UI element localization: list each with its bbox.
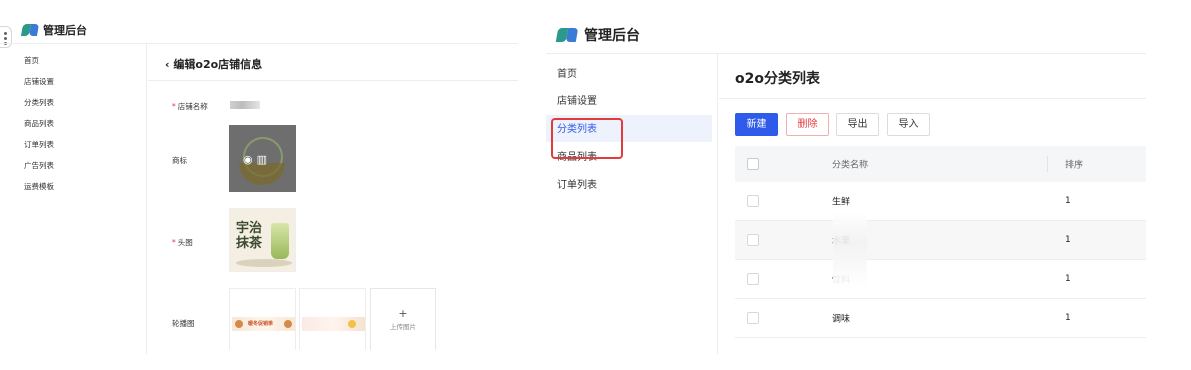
preview-eye-icon[interactable]: ◉ — [243, 153, 257, 166]
sidebar-item-store-settings[interactable]: 店铺设置 — [24, 76, 54, 87]
left-app-title: 管理后台 — [20, 22, 87, 38]
sidebar-item-products[interactable]: 商品列表 — [24, 118, 54, 129]
right-app-title: 管理后台 — [555, 25, 640, 45]
column-header-name[interactable]: 分类名称 — [832, 158, 868, 171]
sidebar-item-ads[interactable]: 广告列表 — [24, 160, 54, 171]
table-row[interactable]: 饮料 1 — [735, 260, 1146, 299]
privacy-blur — [833, 212, 867, 288]
logo-label: 商标 — [172, 156, 187, 165]
category-sort: 1 — [1065, 196, 1071, 206]
row-checkbox[interactable] — [747, 234, 759, 246]
table-row[interactable]: 调味 1 — [735, 299, 1146, 338]
row-checkbox[interactable] — [747, 273, 759, 285]
category-name: 调味 — [832, 314, 851, 325]
back-chevron-icon[interactable]: ‹ — [165, 58, 170, 71]
category-sort: 1 — [1065, 274, 1071, 284]
logo-image[interactable]: ◉▥ — [229, 125, 296, 192]
sidebar-item-categories[interactable]: 分类列表 — [24, 97, 54, 108]
head-image[interactable]: 宇治 抹茶 — [229, 208, 296, 272]
sidebar-item-home[interactable]: 首页 — [557, 65, 577, 80]
sidebar-item-store-settings[interactable]: 店铺设置 — [557, 92, 597, 107]
table-row[interactable]: 水果 1 — [735, 221, 1146, 260]
store-name-label: * 店铺名称 — [172, 102, 208, 111]
import-button[interactable]: 导入 — [887, 113, 930, 136]
carousel-image-1[interactable]: 暖冬促销季 — [229, 288, 296, 350]
carousel-image-2[interactable] — [299, 288, 366, 350]
delete-trash-icon[interactable]: ▥ — [257, 153, 271, 166]
sidebar-item-orders[interactable]: 订单列表 — [557, 176, 597, 191]
sidebar-item-home[interactable]: 首页 — [24, 55, 39, 66]
delete-button[interactable]: 删除 — [786, 113, 829, 136]
category-name: 生鲜 — [832, 197, 851, 208]
head-image-label: * 头图 — [172, 238, 193, 247]
page-title: o2o分类列表 — [735, 71, 820, 87]
row-checkbox[interactable] — [747, 195, 759, 207]
carousel-label: 轮播图 — [172, 319, 195, 328]
export-button[interactable]: 导出 — [836, 113, 879, 136]
table-row[interactable]: 生鲜 1 — [735, 182, 1146, 221]
select-all-checkbox[interactable] — [747, 158, 759, 170]
highlight-box — [551, 118, 623, 159]
left-sidebar: 首页 店铺设置 分类列表 商品列表 订单列表 广告列表 运费模板 — [0, 44, 147, 354]
row-checkbox[interactable] — [747, 312, 759, 324]
store-name-value[interactable] — [230, 101, 260, 109]
sidebar-item-shipping[interactable]: 运费模板 — [24, 181, 54, 192]
brand-logo-icon — [20, 24, 40, 36]
sidebar-item-orders[interactable]: 订单列表 — [24, 139, 54, 150]
category-table: 分类名称 排序 生鲜 1 水果 1 饮料 1 调味 1 — [735, 146, 1146, 338]
column-header-sort[interactable]: 排序 — [1065, 158, 1083, 171]
upload-image-button[interactable]: + 上传图片 — [370, 288, 436, 350]
page-title: ‹ 编辑o2o店铺信息 — [165, 58, 263, 71]
brand-logo-icon — [555, 28, 579, 42]
table-header: 分类名称 排序 — [735, 146, 1146, 182]
category-sort: 1 — [1065, 235, 1071, 245]
new-button[interactable]: 新建 — [735, 113, 778, 136]
right-sidebar: 首页 店铺设置 分类列表 商品列表 订单列表 — [546, 54, 718, 354]
category-sort: 1 — [1065, 313, 1071, 323]
